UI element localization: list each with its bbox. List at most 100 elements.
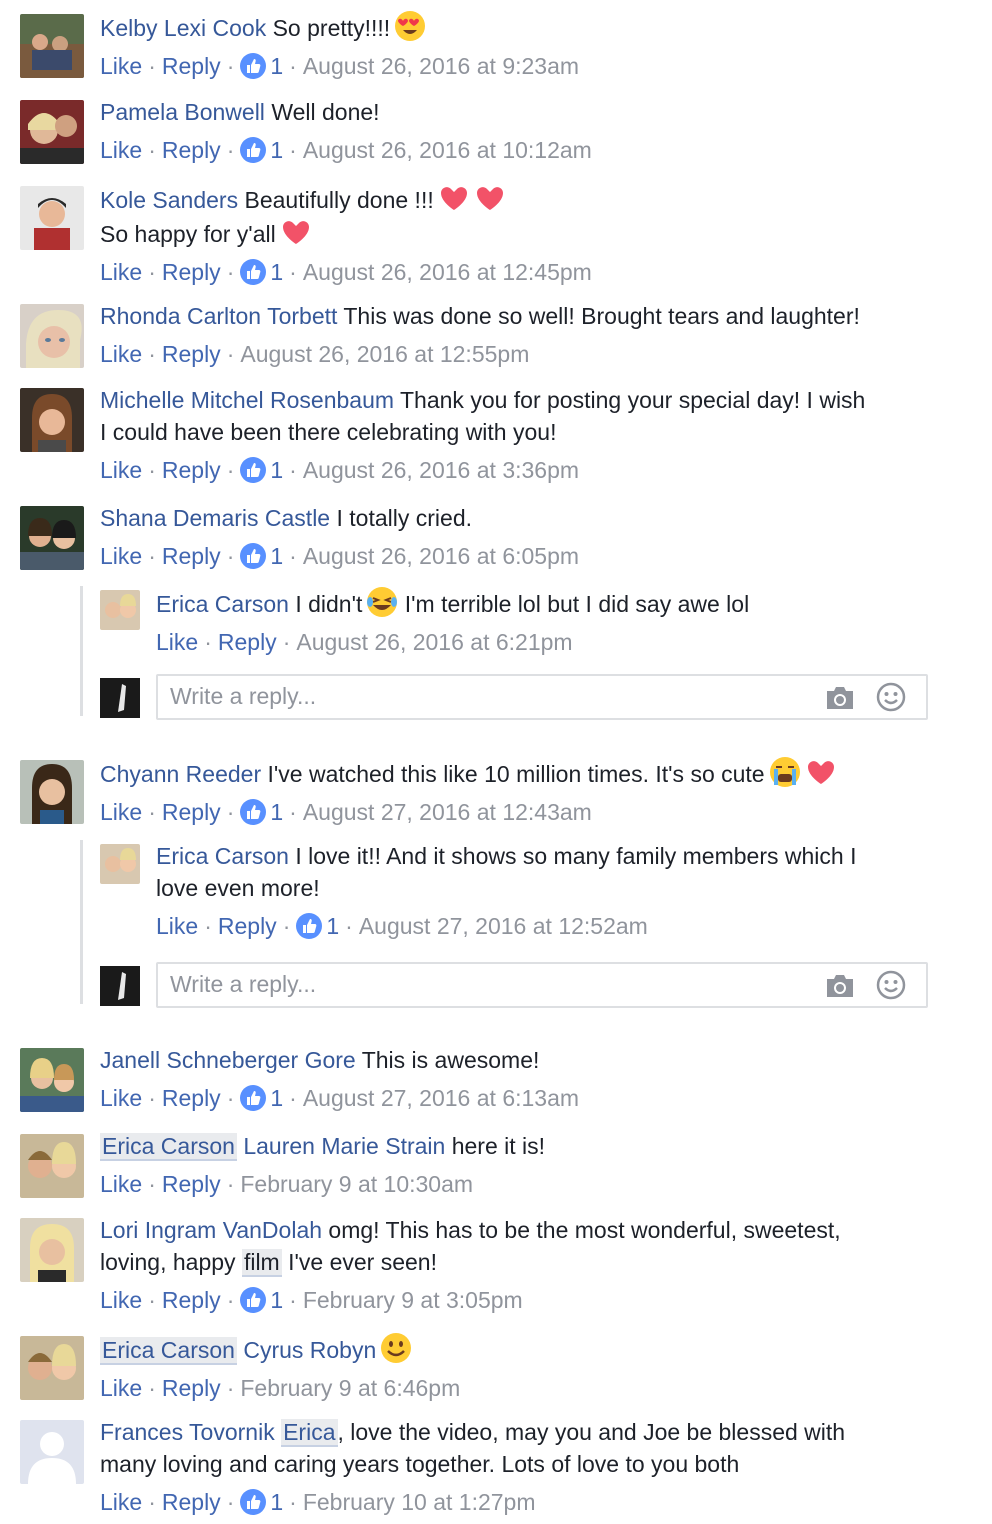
reply-link[interactable]: Reply: [162, 1085, 221, 1111]
timestamp[interactable]: August 27, 2016 at 12:43am: [303, 799, 592, 825]
comment-author[interactable]: Erica Carson: [156, 843, 289, 869]
current-user-avatar[interactable]: [100, 966, 140, 1006]
like-count[interactable]: 1: [270, 1287, 283, 1313]
avatar[interactable]: [20, 14, 84, 78]
comment-author[interactable]: Erica Carson: [156, 591, 289, 617]
comment-author[interactable]: Pamela Bonwell: [100, 99, 265, 125]
avatar[interactable]: [20, 388, 84, 452]
comment-text: Beautifully done !!!: [244, 187, 434, 213]
avatar[interactable]: [20, 760, 84, 824]
reply-link[interactable]: Reply: [162, 137, 221, 163]
like-link[interactable]: Like: [156, 629, 198, 655]
like-link[interactable]: Like: [156, 913, 198, 939]
like-link[interactable]: Like: [100, 543, 142, 569]
timestamp[interactable]: August 27, 2016 at 12:52am: [359, 913, 648, 939]
thumbs-up-icon: [240, 543, 267, 569]
comment-author[interactable]: Chyann Reeder: [100, 761, 261, 787]
comment-author[interactable]: Michelle Mitchel Rosenbaum: [100, 387, 394, 413]
emoji-picker-icon[interactable]: [876, 970, 906, 1000]
reply-link[interactable]: Reply: [218, 629, 277, 655]
like-link[interactable]: Like: [100, 341, 142, 367]
avatar[interactable]: [20, 304, 84, 368]
reply-input[interactable]: Write a reply...: [156, 674, 928, 720]
hashtag-link[interactable]: film: [241, 1249, 282, 1277]
like-count[interactable]: 1: [270, 543, 283, 569]
timestamp[interactable]: February 10 at 1:27pm: [303, 1489, 536, 1515]
like-count[interactable]: 1: [326, 913, 339, 939]
reply-link[interactable]: Reply: [162, 1287, 221, 1313]
mention-link[interactable]: Erica: [281, 1419, 338, 1447]
like-link[interactable]: Like: [100, 1489, 142, 1515]
reply-link[interactable]: Reply: [162, 53, 221, 79]
like-link[interactable]: Like: [100, 1287, 142, 1313]
thumbs-up-icon: [240, 53, 267, 79]
timestamp[interactable]: February 9 at 3:05pm: [303, 1287, 523, 1313]
comment-author[interactable]: Frances Tovornik: [100, 1419, 275, 1445]
like-link[interactable]: Like: [100, 137, 142, 163]
like-count[interactable]: 1: [270, 1489, 283, 1515]
reply-link[interactable]: Reply: [162, 457, 221, 483]
timestamp[interactable]: August 26, 2016 at 9:23am: [303, 53, 579, 79]
timestamp[interactable]: August 26, 2016 at 12:55pm: [240, 341, 529, 367]
avatar[interactable]: [20, 1048, 84, 1112]
like-link[interactable]: Like: [100, 1085, 142, 1111]
heart-icon: [438, 182, 470, 214]
like-link[interactable]: Like: [100, 1171, 142, 1197]
mention-link[interactable]: Lauren Marie Strain: [243, 1133, 445, 1159]
timestamp[interactable]: August 27, 2016 at 6:13am: [303, 1085, 579, 1111]
reply-link[interactable]: Reply: [218, 913, 277, 939]
timestamp[interactable]: August 26, 2016 at 3:36pm: [303, 457, 579, 483]
thread-line: [80, 586, 83, 716]
avatar[interactable]: [20, 506, 84, 570]
reply-box: Write a reply...: [100, 674, 928, 722]
like-count[interactable]: 1: [270, 53, 283, 79]
comment-author[interactable]: Kole Sanders: [100, 187, 238, 213]
emoji-picker-icon[interactable]: [876, 682, 906, 712]
timestamp[interactable]: February 9 at 6:46pm: [240, 1375, 460, 1401]
comment-author[interactable]: Erica Carson: [100, 1133, 237, 1161]
comment-text: So pretty!!!!: [272, 15, 391, 41]
avatar[interactable]: [20, 100, 84, 164]
like-link[interactable]: Like: [100, 457, 142, 483]
like-link[interactable]: Like: [100, 259, 142, 285]
current-user-avatar[interactable]: [100, 678, 140, 718]
comment-author[interactable]: Erica Carson: [100, 1337, 237, 1365]
like-count[interactable]: 1: [270, 137, 283, 163]
reply-link[interactable]: Reply: [162, 1489, 221, 1515]
reply-input[interactable]: Write a reply...: [156, 962, 928, 1008]
comment-author[interactable]: Janell Schneberger Gore: [100, 1047, 356, 1073]
reply-link[interactable]: Reply: [162, 543, 221, 569]
like-count[interactable]: 1: [270, 457, 283, 483]
timestamp[interactable]: August 26, 2016 at 12:45pm: [303, 259, 592, 285]
camera-icon[interactable]: [824, 973, 856, 999]
timestamp[interactable]: August 26, 2016 at 6:05pm: [303, 543, 579, 569]
reply-link[interactable]: Reply: [162, 341, 221, 367]
avatar[interactable]: [20, 186, 84, 250]
mention-link[interactable]: Cyrus Robyn: [243, 1337, 376, 1363]
comment-author[interactable]: Lori Ingram VanDolah: [100, 1217, 322, 1243]
like-count[interactable]: 1: [270, 799, 283, 825]
avatar[interactable]: [20, 1218, 84, 1282]
avatar[interactable]: [20, 1134, 84, 1198]
smiley-icon: [380, 1332, 412, 1364]
like-count[interactable]: 1: [270, 259, 283, 285]
avatar[interactable]: [20, 1420, 84, 1484]
reply-link[interactable]: Reply: [162, 1171, 221, 1197]
avatar[interactable]: [100, 844, 140, 884]
comment-author[interactable]: Kelby Lexi Cook: [100, 15, 266, 41]
avatar[interactable]: [20, 1336, 84, 1400]
timestamp[interactable]: February 9 at 10:30am: [240, 1171, 473, 1197]
reply-link[interactable]: Reply: [162, 799, 221, 825]
like-link[interactable]: Like: [100, 799, 142, 825]
like-link[interactable]: Like: [100, 1375, 142, 1401]
camera-icon[interactable]: [824, 685, 856, 711]
like-count[interactable]: 1: [270, 1085, 283, 1111]
timestamp[interactable]: August 26, 2016 at 6:21pm: [296, 629, 572, 655]
comment-author[interactable]: Shana Demaris Castle: [100, 505, 330, 531]
comment-author[interactable]: Rhonda Carlton Torbett: [100, 303, 337, 329]
reply-link[interactable]: Reply: [162, 1375, 221, 1401]
like-link[interactable]: Like: [100, 53, 142, 79]
reply-link[interactable]: Reply: [162, 259, 221, 285]
avatar[interactable]: [100, 590, 140, 630]
timestamp[interactable]: August 26, 2016 at 10:12am: [303, 137, 592, 163]
